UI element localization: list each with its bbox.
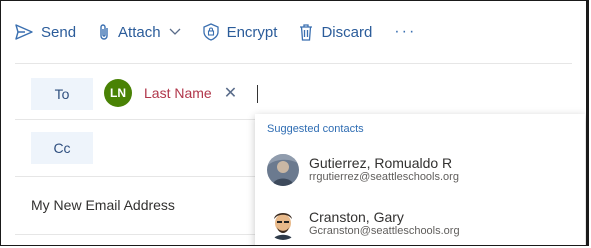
contact-avatar xyxy=(267,154,299,186)
attach-label: Attach xyxy=(118,23,161,41)
send-icon xyxy=(15,24,33,40)
to-input-caret[interactable] xyxy=(257,85,258,103)
contact-name: Cranston, Gary xyxy=(309,209,404,225)
contact-item[interactable]: Gutierrez, Romualdo R rrgutierrez@seattl… xyxy=(267,150,567,190)
suggested-contacts-dropdown: Suggested contacts Gutierrez, Romualdo R… xyxy=(255,114,585,245)
contact-item[interactable]: Cranston, Gary Gcranston@seattleschools.… xyxy=(267,204,567,244)
to-button[interactable]: To xyxy=(31,78,93,110)
chip-name: Last Name xyxy=(144,85,212,101)
contact-email: rrgutierrez@seattleschools.org xyxy=(309,171,459,183)
contact-avatar xyxy=(267,208,299,240)
cc-label: Cc xyxy=(53,140,71,156)
send-button[interactable]: Send xyxy=(15,24,76,41)
send-label: Send xyxy=(41,23,77,41)
toolbar-divider xyxy=(15,63,572,64)
compose-toolbar: Send Attach Encrypt Discard ··· xyxy=(1,1,586,63)
encrypt-button[interactable]: Encrypt xyxy=(202,23,278,41)
chevron-down-icon xyxy=(169,28,181,36)
attach-button[interactable]: Attach xyxy=(98,23,181,41)
shield-lock-icon xyxy=(202,23,219,41)
paperclip-icon xyxy=(98,23,110,41)
cc-button[interactable]: Cc xyxy=(31,132,93,164)
more-options-button[interactable]: ··· xyxy=(394,23,416,41)
contact-name: Gutierrez, Romualdo R xyxy=(309,155,453,171)
encrypt-label: Encrypt xyxy=(226,23,278,41)
subject-field[interactable]: My New Email Address xyxy=(31,197,175,213)
compose-window: Send Attach Encrypt Discard ··· To LN La… xyxy=(0,0,589,246)
to-label: To xyxy=(54,86,70,102)
discard-button[interactable]: Discard xyxy=(299,24,372,41)
recipient-chip[interactable]: LN Last Name ✕ xyxy=(104,79,237,107)
suggested-contacts-header: Suggested contacts xyxy=(267,123,364,135)
chip-initials: LN xyxy=(110,86,126,100)
trash-icon xyxy=(299,23,313,41)
contact-email: Gcranston@seattleschools.org xyxy=(309,225,460,237)
close-icon[interactable]: ✕ xyxy=(224,83,237,103)
chip-avatar: LN xyxy=(104,79,132,107)
discard-label: Discard xyxy=(321,23,373,41)
